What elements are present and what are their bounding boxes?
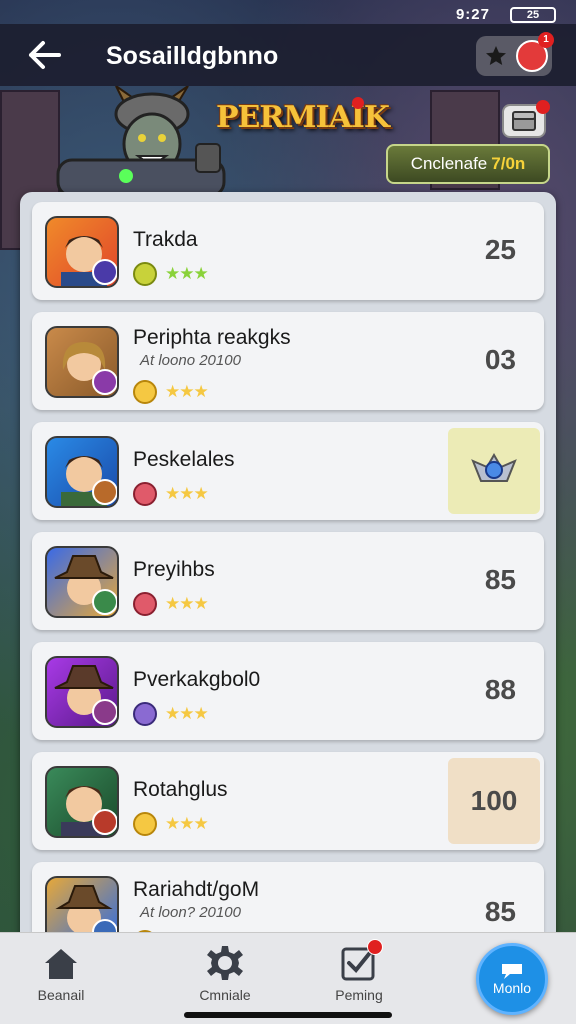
player-name: Periphta reakgks [133, 326, 291, 349]
nav-item-tasks[interactable]: Peming [304, 939, 414, 1007]
nav-item-settings[interactable]: Cmniale [170, 943, 280, 1007]
row-icons: ★★★ [133, 262, 209, 286]
chat-bubble-icon [502, 964, 522, 979]
player-score: 88 [484, 674, 516, 705]
list-item[interactable]: Periphta reakgks At loono 20100 ★★★ 03 [32, 312, 544, 410]
star-icon [486, 46, 506, 65]
player-name: Preyihbs [133, 558, 215, 581]
avatar [45, 766, 119, 838]
battery-icon: 25 [510, 7, 556, 23]
chest-icon [512, 111, 536, 131]
player-score: 03 [484, 344, 516, 375]
event-button[interactable]: Cnclenafe 7/0n [386, 144, 550, 184]
level-icon [133, 482, 157, 506]
list-item[interactable]: Pverkakgbol0 ★★★ 88 [32, 642, 544, 740]
row-icons: ★★★ [133, 380, 209, 404]
player-name: Rotahglus [133, 778, 228, 801]
player-score: 100 [470, 785, 518, 816]
rating-stars: ★★★ [165, 704, 209, 723]
level-icon [133, 262, 157, 286]
nav-item-home[interactable]: Beanail [6, 943, 116, 1007]
reward-box[interactable] [448, 428, 540, 514]
avatar [45, 436, 119, 508]
logo-badge [352, 97, 364, 109]
avatar [45, 326, 119, 398]
page-title: Sosailldgbnno [106, 42, 279, 70]
status-time: 9:27 [455, 6, 490, 23]
horned-warrior-character [56, 85, 226, 198]
gift-badge [536, 100, 550, 114]
avatar [45, 216, 119, 288]
player-subtitle: At loono 20100 [140, 352, 241, 369]
level-icon [133, 812, 157, 836]
player-name: Rariahdt/goM [133, 878, 260, 901]
gear-icon [205, 943, 245, 983]
player-score: 85 [484, 896, 516, 927]
list-item[interactable]: Trakda ★★★ 25 [32, 202, 544, 300]
nav-label: Peming [335, 987, 383, 1003]
rating-stars: ★★★ [165, 594, 209, 613]
home-icon [41, 943, 81, 983]
row-icons: ★★★ [133, 592, 209, 616]
player-subtitle: At loon? 20100 [140, 904, 241, 921]
chat-fab-button[interactable]: Monlo [476, 943, 548, 1015]
level-icon [133, 380, 157, 404]
avatar [45, 546, 119, 618]
notification-badge [367, 939, 383, 955]
row-icons: ★★★ [133, 482, 209, 506]
event-value: 7/0n [491, 154, 526, 173]
arrow-left-icon [29, 41, 61, 69]
checklist-icon [339, 939, 383, 983]
level-icon [133, 592, 157, 616]
gem-icon [471, 453, 517, 482]
bottom-nav: Beanail Cmniale Peming Monlo [0, 932, 576, 1024]
back-button[interactable] [22, 36, 66, 74]
row-icons: ★★★ [133, 812, 209, 836]
nav-label: Cmniale [199, 987, 251, 1003]
event-label: Cnclenafe [410, 154, 488, 173]
home-indicator[interactable] [184, 1012, 392, 1018]
list-item[interactable]: Preyihbs ★★★ 85 [32, 532, 544, 630]
rating-stars: ★★★ [165, 814, 209, 833]
avatar [45, 656, 119, 728]
player-score: 85 [484, 564, 516, 595]
list-item[interactable]: Rotahglus ★★★ 100 [32, 752, 544, 850]
rating-stars: ★★★ [165, 382, 209, 401]
fab-label: Monlo [492, 980, 532, 996]
rating-stars: ★★★ [165, 484, 209, 503]
leaderboard-panel: Trakda ★★★ 25 Periphta reakgks At loono … [20, 192, 556, 952]
app-header: Sosailldgbnno 1 [0, 24, 576, 86]
nav-label: Beanail [37, 987, 85, 1003]
gift-button[interactable] [502, 100, 550, 138]
row-icons: ★★★ [133, 702, 209, 726]
player-name: Pverkakgbol0 [133, 668, 261, 691]
player-score: 25 [484, 234, 516, 265]
player-name: Trakda [133, 228, 198, 251]
score-highlight-box: 100 [448, 758, 540, 844]
level-icon [133, 702, 157, 726]
list-item[interactable]: Peskelales ★★★ [32, 422, 544, 520]
player-name: Peskelales [133, 448, 235, 471]
rating-stars: ★★★ [165, 264, 209, 283]
notification-badge: 1 [538, 32, 554, 48]
favorites-button[interactable]: 1 [476, 32, 554, 76]
